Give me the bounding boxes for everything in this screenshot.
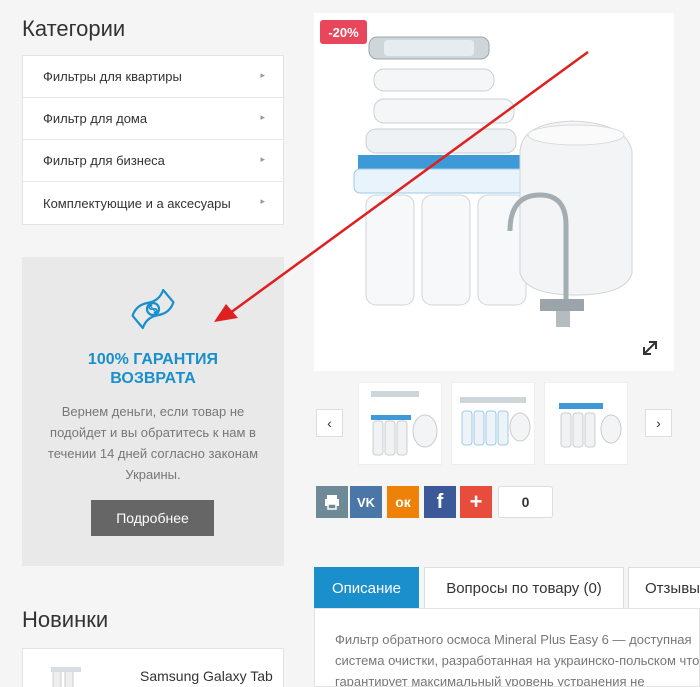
thumb-next-button[interactable]: › xyxy=(645,409,672,437)
new-product-card[interactable]: Samsung Galaxy Tab xyxy=(22,648,284,687)
thumbnail-3[interactable] xyxy=(544,382,628,465)
guarantee-block: 100% ГАРАНТИЯ ВОЗВРАТА Вернем деньги, ес… xyxy=(22,257,284,566)
thumbnail-image xyxy=(460,397,531,446)
guarantee-title-line2: ВОЗВРАТА xyxy=(110,370,196,387)
categories-title: Категории xyxy=(22,16,126,41)
thumb-prev-button[interactable]: ‹ xyxy=(316,409,343,437)
print-icon[interactable] xyxy=(316,486,348,518)
money-icon xyxy=(131,288,175,330)
guarantee-title: 100% ГАРАНТИЯ ВОЗВРАТА xyxy=(22,350,284,388)
product-main-image[interactable] xyxy=(314,13,674,371)
description-text: Фильтр обратного осмоса Mineral Plus Eas… xyxy=(335,632,700,687)
new-products-title: Новинки xyxy=(22,607,109,632)
category-item-apartment[interactable]: Фильтры для квартиры ▸ xyxy=(23,56,283,98)
share-counter: 0 xyxy=(498,486,553,518)
categories-list: Фильтры для квартиры ▸ Фильтр для дома ▸… xyxy=(22,55,284,225)
thumbnail-image xyxy=(371,391,438,456)
product-thumbnail[interactable] xyxy=(47,665,117,687)
discount-badge: -20% xyxy=(320,20,367,44)
tab-reviews[interactable]: Отзывы xyxy=(628,567,700,609)
chevron-right-icon: ▸ xyxy=(260,196,265,206)
thumbnail-1[interactable] xyxy=(358,382,442,465)
chevron-right-icon: ▸ xyxy=(260,70,265,80)
description-panel: Фильтр обратного осмоса Mineral Plus Eas… xyxy=(314,608,700,687)
ok-share-button[interactable]: ок xyxy=(387,486,419,518)
more-share-button[interactable]: + xyxy=(460,486,492,518)
guarantee-title-line1: 100% ГАРАНТИЯ xyxy=(87,351,219,368)
thumbnail-2[interactable] xyxy=(451,382,535,465)
category-label: Комплектующие и а аксесуары xyxy=(43,195,231,211)
more-details-button[interactable]: Подробнее xyxy=(91,500,214,536)
category-item-accessories[interactable]: Комплектующие и а аксесуары ▸ xyxy=(23,182,283,224)
chevron-right-icon: ▸ xyxy=(260,112,265,122)
expand-icon[interactable] xyxy=(636,334,664,362)
category-label: Фильтры для квартиры xyxy=(43,69,182,84)
tab-description[interactable]: Описание xyxy=(314,567,419,609)
category-item-business[interactable]: Фильтр для бизнеса ▸ xyxy=(23,140,283,182)
new-product-name[interactable]: Samsung Galaxy Tab xyxy=(140,668,273,684)
vk-share-button[interactable]: VK xyxy=(350,486,382,518)
category-item-house[interactable]: Фильтр для дома ▸ xyxy=(23,98,283,140)
water-filter-image xyxy=(353,36,633,327)
thumbnail-image xyxy=(559,403,622,448)
category-label: Фильтр для дома xyxy=(43,111,148,126)
chevron-right-icon: ▸ xyxy=(260,154,265,164)
printer-icon xyxy=(325,495,339,510)
facebook-share-button[interactable]: f xyxy=(424,486,456,518)
guarantee-text: Вернем деньги, если товар не подойдет и … xyxy=(47,404,259,482)
category-label: Фильтр для бизнеса xyxy=(43,153,165,168)
tab-questions[interactable]: Вопросы по товару (0) xyxy=(424,567,624,609)
